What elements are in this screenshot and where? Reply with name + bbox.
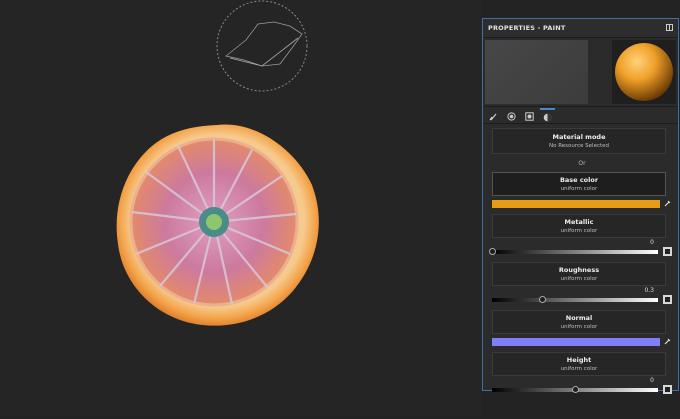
channel-label: Base color xyxy=(559,176,599,184)
channel-source: uniform color xyxy=(560,276,598,282)
properties-paint-panel: PROPERTIES - PAINT Material mode No Reso… xyxy=(482,18,679,394)
viewport-canvas xyxy=(116,0,319,326)
tab-material[interactable] xyxy=(540,107,555,126)
material-sphere-icon xyxy=(543,107,552,126)
panel-title: PROPERTIES - PAINT xyxy=(488,24,566,32)
channel-source: uniform color xyxy=(560,228,598,234)
brush-cursor xyxy=(216,0,308,92)
panel-menu-icon[interactable] xyxy=(666,23,673,33)
channel-base-color[interactable]: Base color uniform color xyxy=(492,172,666,196)
orange-slice-model xyxy=(116,124,319,326)
map-button-icon[interactable] xyxy=(663,385,672,394)
or-separator: Or xyxy=(578,160,586,167)
properties-content: Material mode No Resource Selected Or Ba… xyxy=(483,124,678,394)
channel-metallic[interactable]: Metallic uniform color xyxy=(492,214,666,238)
slider-handle[interactable] xyxy=(538,295,546,303)
material-mode-value: No Resource Selected xyxy=(548,143,610,149)
normal-color-swatch[interactable] xyxy=(492,337,660,346)
stencil-square-icon xyxy=(525,106,534,125)
channel-roughness[interactable]: Roughness uniform color xyxy=(492,262,666,286)
tab-stencil[interactable] xyxy=(522,108,537,123)
map-button-icon[interactable] xyxy=(663,295,672,304)
roughness-value: 0.3 xyxy=(644,287,654,294)
tab-brush[interactable] xyxy=(486,108,501,123)
slider-handle[interactable] xyxy=(489,247,496,255)
tab-alpha[interactable] xyxy=(504,108,519,123)
channel-height[interactable]: Height uniform color xyxy=(492,352,666,376)
channel-label: Metallic xyxy=(564,218,594,226)
channel-source: uniform color xyxy=(560,186,598,192)
slider-handle[interactable] xyxy=(572,385,579,393)
channel-source: uniform color xyxy=(560,324,598,330)
properties-tabs xyxy=(483,107,678,124)
map-button-icon[interactable] xyxy=(663,247,672,256)
channel-label: Height xyxy=(566,356,592,364)
channel-source: uniform color xyxy=(560,366,598,372)
channel-normal[interactable]: Normal uniform color xyxy=(492,310,666,334)
channel-label: Normal xyxy=(565,314,593,322)
material-mode-box[interactable]: Material mode No Resource Selected xyxy=(492,128,666,154)
eyedropper-icon[interactable] xyxy=(663,337,672,346)
metallic-value: 0 xyxy=(650,239,654,246)
metallic-slider[interactable] xyxy=(489,247,658,255)
brush-icon xyxy=(489,106,498,125)
eyedropper-icon[interactable] xyxy=(663,199,672,208)
material-previews xyxy=(483,38,678,107)
3d-viewport[interactable] xyxy=(0,0,482,415)
texture-preview xyxy=(485,40,588,104)
roughness-slider[interactable] xyxy=(492,295,658,303)
height-slider[interactable] xyxy=(492,385,658,393)
alpha-circle-icon xyxy=(507,106,516,125)
height-value: 0 xyxy=(650,377,654,384)
material-mode-label: Material mode xyxy=(552,133,606,141)
base-color-swatch[interactable] xyxy=(492,199,660,208)
panel-header: PROPERTIES - PAINT xyxy=(483,19,678,38)
channel-label: Roughness xyxy=(558,266,600,274)
material-sphere-preview xyxy=(612,40,676,104)
